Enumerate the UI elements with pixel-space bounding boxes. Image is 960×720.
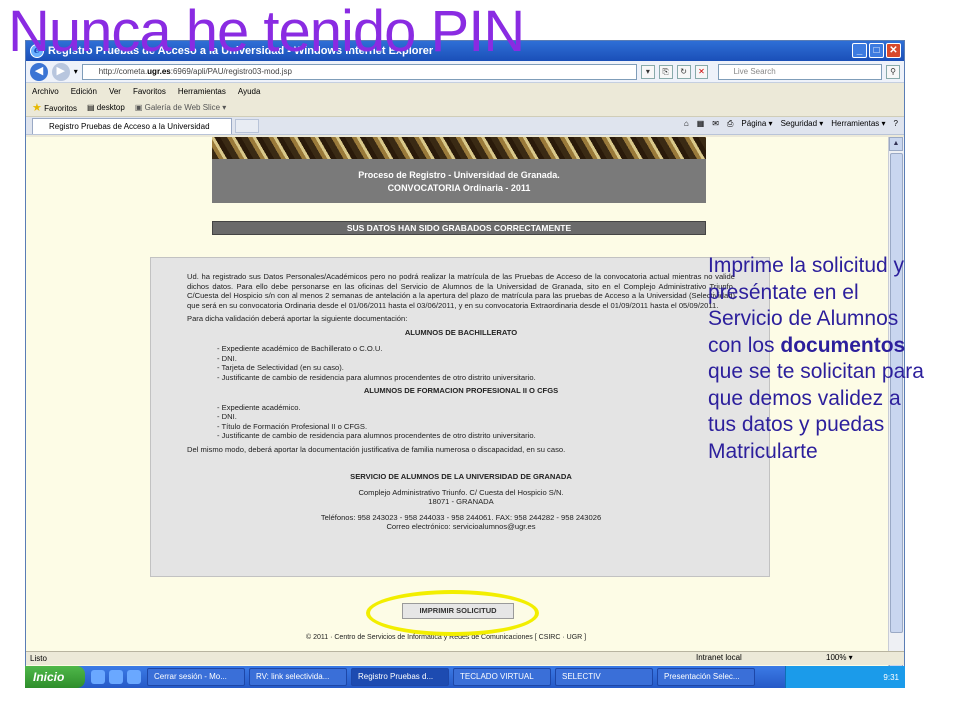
task-item[interactable]: TECLADO VIRTUAL	[453, 668, 551, 686]
refresh-icon[interactable]: ↻	[676, 64, 691, 79]
phones: Teléfonos: 958 243023 - 958 244033 - 958…	[320, 512, 602, 522]
help-icon[interactable]: ?	[894, 119, 898, 129]
task-item[interactable]: SELECTIV	[555, 668, 653, 686]
fav-gallery-link[interactable]: ▣ Galería de Web Slice ▾	[135, 103, 226, 112]
start-button[interactable]: Inicio	[25, 666, 85, 688]
tab-label: Registro Pruebas de Acceso a la Universi…	[49, 121, 210, 131]
menu-favoritos[interactable]: Favoritos	[133, 87, 166, 96]
saved-message: SUS DATOS HAN SIDO GRABADOS CORRECTAMENT…	[212, 221, 706, 235]
url-suffix: :6969/apli/PAU/registro03-mod.jsp	[170, 66, 292, 76]
status-bar: Listo Intranet local 100% ▾	[26, 651, 904, 665]
menu-edicion[interactable]: Edición	[71, 87, 97, 96]
fav-desktop-link[interactable]: ▤ desktop	[87, 103, 125, 112]
extra-note: Del mismo modo, deberá aportar la docume…	[187, 444, 566, 454]
menu-herramientas[interactable]: Herramientas	[178, 87, 226, 96]
home-icon[interactable]: ⌂	[684, 119, 689, 129]
address-field[interactable]: http://cometa.ugr.es:6969/apli/PAU/regis…	[81, 63, 637, 80]
process-banner: Proceso de Registro - Universidad de Gra…	[212, 159, 706, 203]
intro-text: Ud. ha registrado sus Datos Personales/A…	[187, 272, 735, 310]
tab-bar: Registro Pruebas de Acceso a la Universi…	[26, 117, 904, 135]
forward-button[interactable]: ▶	[51, 62, 70, 81]
search-input[interactable]: Live Search	[718, 63, 883, 80]
zoom-level[interactable]: 100% ▾	[826, 653, 853, 662]
address-line1: Complejo Administrativo Triunfo. C/ Cues…	[358, 487, 564, 497]
taskbar: Inicio Cerrar sesión - Mo... RV: link se…	[25, 666, 905, 688]
quicklaunch-icon[interactable]	[91, 670, 105, 684]
task-item[interactable]: Cerrar sesión - Mo...	[147, 668, 245, 686]
clock[interactable]: 9:31	[883, 673, 899, 682]
history-dropdown-icon[interactable]: ▾	[74, 67, 78, 76]
validation-note: Para dicha validación deberá aportar la …	[187, 314, 408, 323]
callout-bold: documentos	[780, 333, 906, 357]
section-bachillerato-title: ALUMNOS DE BACHILLERATO	[404, 327, 518, 337]
list-item: - Tarjeta de Selectividad (en su caso).	[217, 363, 344, 372]
quicklaunch-icon[interactable]	[109, 670, 123, 684]
security-zone: Intranet local	[696, 653, 742, 662]
system-tray: 9:31	[785, 666, 905, 688]
instruction-callout: Imprime la solicitud y preséntate en el …	[708, 253, 928, 465]
list-item: - DNI.	[217, 412, 237, 421]
banner-line2: CONVOCATORIA Ordinaria - 2011	[387, 183, 531, 193]
menu-ver[interactable]: Ver	[109, 87, 121, 96]
minimize-button[interactable]: _	[852, 43, 867, 58]
highlight-ring	[366, 590, 539, 636]
cmd-seguridad[interactable]: Seguridad ▾	[781, 119, 824, 129]
menu-bar: Archivo Edición Ver Favoritos Herramient…	[26, 83, 904, 99]
maximize-button[interactable]: □	[869, 43, 884, 58]
list-item: - Justificante de cambio de residencia p…	[217, 372, 536, 382]
list-item: - Expediente académico de Bachillerato o…	[217, 344, 383, 353]
list-item: - Título de Formación Profesional II o C…	[217, 421, 368, 431]
menu-archivo[interactable]: Archivo	[32, 87, 59, 96]
stop-icon[interactable]: ✕	[694, 64, 709, 79]
back-button[interactable]: ◀	[30, 62, 48, 81]
callout-text-end: que se te solicitan para que demos valid…	[708, 360, 924, 463]
quicklaunch-icon[interactable]	[127, 670, 141, 684]
favorites-label: Favoritos	[44, 104, 78, 113]
search-icon[interactable]: ⚲	[886, 64, 900, 79]
task-item[interactable]: RV: link selectivida...	[249, 668, 347, 686]
mail-icon[interactable]: ✉	[712, 119, 719, 129]
fav-gallery-label: Galería de Web Slice ▾	[144, 103, 227, 112]
menu-ayuda[interactable]: Ayuda	[238, 87, 261, 96]
banner-line1: Proceso de Registro - Universidad de Gra…	[358, 170, 560, 180]
bachillerato-docs-list: - Expediente académico de Bachillerato o…	[217, 344, 735, 382]
list-item: - Expediente académico.	[217, 402, 301, 412]
header-image	[212, 137, 706, 159]
service-name: SERVICIO DE ALUMNOS DE LA UNIVERSIDAD DE…	[350, 472, 572, 481]
fp-docs-list: - Expediente académico. - DNI. - Título …	[217, 403, 735, 441]
print-icon[interactable]: ⎙	[727, 119, 733, 129]
url-host: ugr.es	[147, 66, 171, 76]
address-dropdown-icon[interactable]: ▾	[640, 64, 655, 79]
slide-title: Nunca he tenido PIN	[8, 0, 525, 64]
info-panel: Ud. ha registrado sus Datos Personales/A…	[150, 257, 770, 577]
tab-registro[interactable]: Registro Pruebas de Acceso a la Universi…	[32, 117, 232, 134]
address-line2: 18071 - GRANADA	[428, 497, 494, 506]
list-item: - DNI.	[217, 353, 237, 363]
section-fp-title: ALUMNOS DE FORMACION PROFESIONAL II O CF…	[363, 386, 559, 395]
fav-desktop-label: desktop	[96, 103, 125, 112]
task-item[interactable]: Registro Pruebas d...	[351, 668, 449, 686]
cmd-herramientas[interactable]: Herramientas ▾	[831, 119, 885, 129]
feeds-icon[interactable]: ▦	[697, 119, 705, 129]
favorites-button[interactable]: ★ Favoritos	[32, 101, 77, 114]
favorites-bar: ★ Favoritos ▤ desktop ▣ Galería de Web S…	[26, 99, 904, 117]
status-text: Listo	[30, 654, 47, 663]
cmd-pagina[interactable]: Página ▾	[741, 119, 772, 129]
email: Correo electrónico: servicioalumnos@ugr.…	[386, 522, 536, 531]
compatibility-icon[interactable]: ⎘	[658, 64, 673, 79]
scroll-up-icon[interactable]: ▲	[889, 137, 903, 151]
url-prefix: http://cometa.	[98, 66, 148, 76]
star-icon: ★	[32, 102, 42, 114]
new-tab-button[interactable]	[235, 118, 259, 133]
list-item: - Justificante de cambio de residencia p…	[217, 431, 536, 440]
task-item[interactable]: Presentación Selec...	[657, 668, 755, 686]
quick-launch	[91, 670, 141, 684]
close-button[interactable]: ✕	[886, 43, 901, 58]
